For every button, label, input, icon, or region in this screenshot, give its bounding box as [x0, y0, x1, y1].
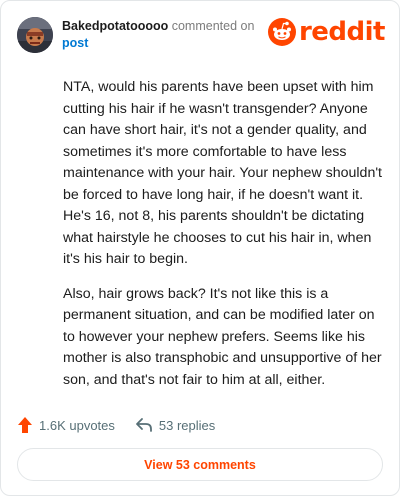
reddit-snoo-logo-icon	[267, 18, 296, 46]
upvote-count: 1.6K upvotes	[39, 417, 115, 433]
view-comments-label: View 53 comments	[144, 457, 256, 472]
post-link[interactable]: post	[62, 35, 262, 52]
reddit-logo[interactable]: reddit	[267, 17, 386, 47]
reply-count: 53 replies	[158, 417, 216, 433]
comment-body: NTA, would his parents have been upset w…	[63, 77, 383, 404]
username-link[interactable]: Bakedpotatooooo	[62, 19, 168, 33]
reddit-wordmark: reddit	[298, 17, 386, 47]
comment-header: Bakedpotatooooo commented on post reddit	[17, 17, 386, 53]
view-comments-button[interactable]: View 53 comments	[17, 448, 383, 481]
avatar[interactable]	[17, 17, 53, 53]
comment-meta: Bakedpotatooooo commented on post	[62, 18, 262, 52]
comment-card: Bakedpotatooooo commented on post reddit…	[0, 0, 400, 496]
replies-button[interactable]: 53 replies	[135, 417, 215, 433]
meta-line: Bakedpotatooooo commented on	[62, 18, 262, 35]
comment-paragraph: Also, hair grows back? It's not like thi…	[63, 285, 382, 388]
comment-paragraph: NTA, would his parents have been upset w…	[63, 79, 382, 267]
action-text: commented on	[171, 19, 255, 33]
avatar-image	[17, 17, 53, 53]
upvote-button[interactable]: 1.6K upvotes	[17, 416, 115, 434]
comment-actions: 1.6K upvotes 53 replies	[17, 415, 235, 435]
reply-arrow-icon	[135, 418, 152, 432]
upvote-arrow-icon	[18, 417, 32, 433]
